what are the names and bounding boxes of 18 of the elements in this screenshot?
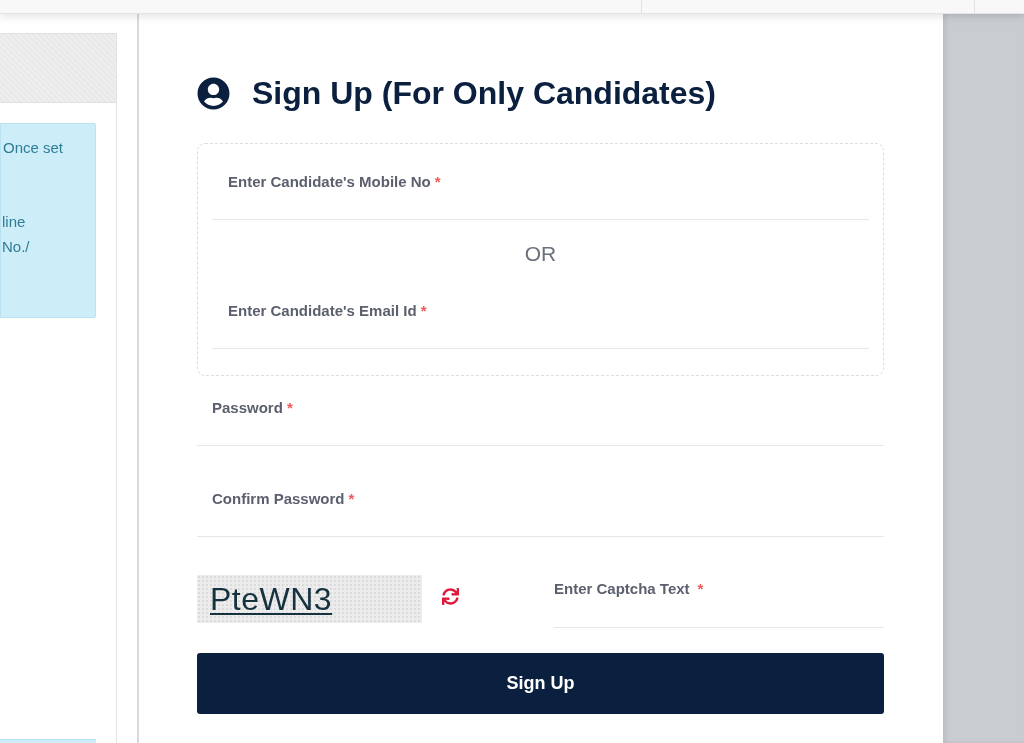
field-label: Enter Candidate's Mobile No	[228, 172, 431, 192]
info-text: No./	[2, 236, 31, 257]
field-label: Enter Captcha Text	[554, 579, 690, 599]
or-separator: OR	[524, 241, 557, 267]
field-label: Enter Candidate's Email Id	[228, 301, 417, 321]
info-text: Once set	[2, 137, 65, 158]
info-text: line	[2, 211, 27, 232]
refresh-icon[interactable]	[442, 588, 459, 605]
captcha-text: PteWN3	[210, 581, 333, 617]
sign-up-button[interactable]: Sign Up	[197, 653, 884, 714]
field-label: Password	[212, 398, 283, 418]
required-mark: *	[420, 301, 427, 321]
required-mark: *	[434, 172, 441, 192]
field-label: Confirm Password	[212, 489, 345, 509]
required-mark: *	[286, 398, 293, 418]
form-title: Sign Up (For Only Candidates)	[252, 75, 716, 111]
required-mark: *	[348, 489, 355, 509]
required-mark: *	[697, 579, 704, 599]
